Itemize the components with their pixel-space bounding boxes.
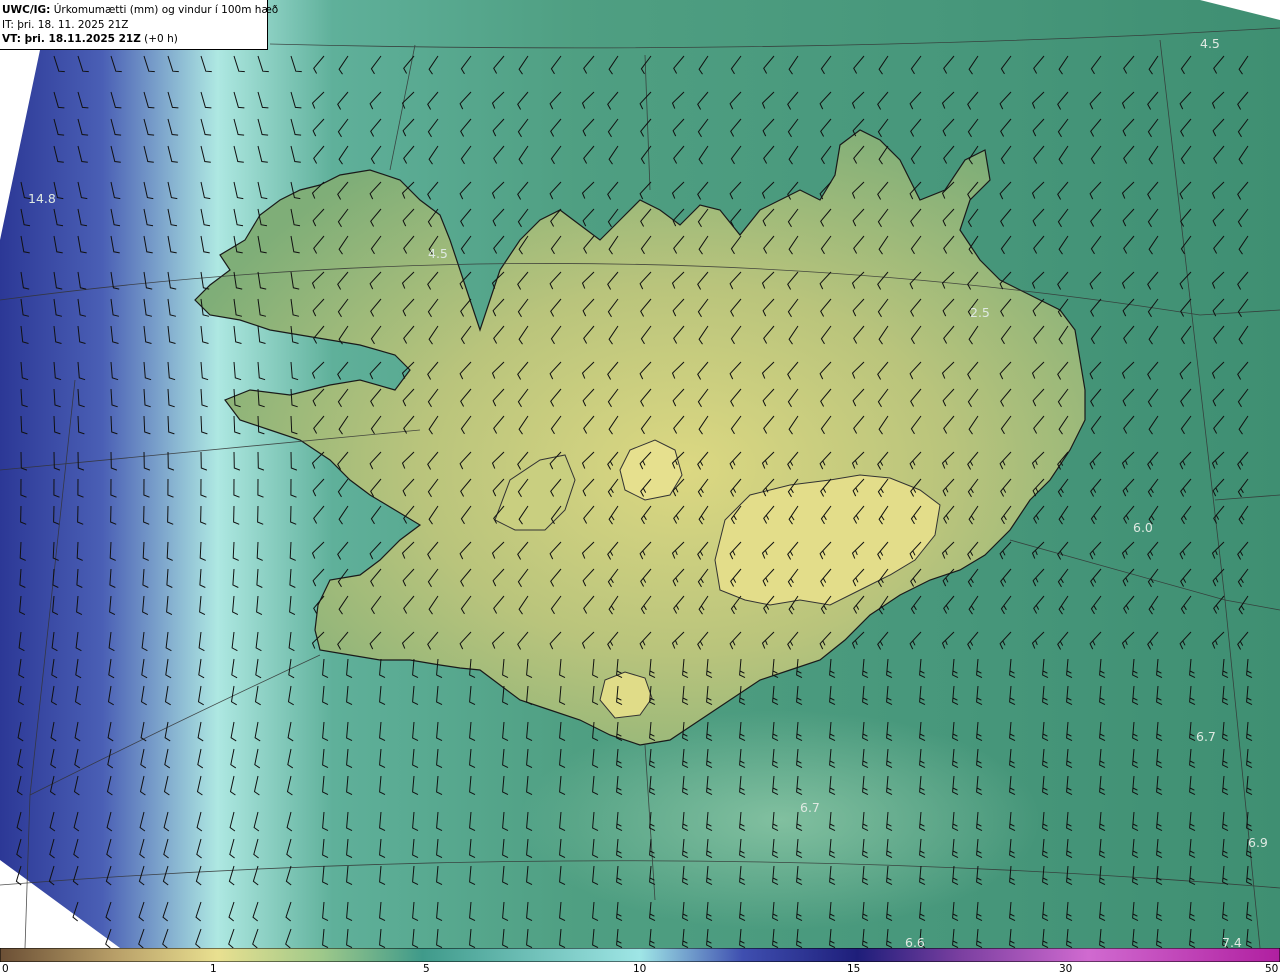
header-init-time: IT: þri. 18. 11. 2025 21Z xyxy=(2,18,129,31)
colorbar-tick: 5 xyxy=(423,963,430,975)
colorbar xyxy=(0,948,1280,962)
south-glow xyxy=(520,710,1040,930)
map-value-label: 6.7 xyxy=(1196,729,1216,744)
header-title-row: UWC/IG: Úrkomumætti (mm) og vindur í 100… xyxy=(2,3,278,18)
map-value-label: 7.4 xyxy=(1222,935,1242,948)
header-valid-time: VT: þri. 18.11.2025 21Z xyxy=(2,33,141,45)
colorbar-tick: 1 xyxy=(210,963,217,975)
map-value-label: 6.9 xyxy=(1248,835,1268,850)
map-value-label: 2.5 xyxy=(970,305,990,320)
colorbar-tick: 15 xyxy=(847,963,861,975)
map-value-label: 4.5 xyxy=(1200,36,1220,51)
header-valid-time-row: VT: þri. 18.11.2025 21Z (+0 h) xyxy=(2,32,267,47)
map-value-label: 4.5 xyxy=(428,246,448,261)
colorbar-tick: 0 xyxy=(2,963,9,975)
colorbar-tick: 10 xyxy=(633,963,647,975)
header-product: UWC/IG: xyxy=(2,4,51,16)
map-header: UWC/IG: Úrkomumætti (mm) og vindur í 100… xyxy=(0,0,278,50)
colorbar-ticks: 0 1 5 10 15 30 50 xyxy=(0,962,1280,978)
map-value-label: 6.7 xyxy=(800,800,820,815)
colorbar-tick: 30 xyxy=(1059,963,1073,975)
map-value-label: 14.8 xyxy=(28,191,56,206)
weather-map: 14.8 4.5 4.5 2.5 6.0 6.7 6.7 6.9 6.6 7.4 xyxy=(0,0,1280,948)
header-lead-time: (+0 h) xyxy=(140,33,178,45)
map-value-label: 6.0 xyxy=(1133,520,1153,535)
colorbar-tick: 50 xyxy=(1265,963,1279,975)
map-value-label: 6.6 xyxy=(905,935,925,948)
header-title: Úrkomumætti (mm) og vindur í 100m hæð xyxy=(50,4,279,16)
